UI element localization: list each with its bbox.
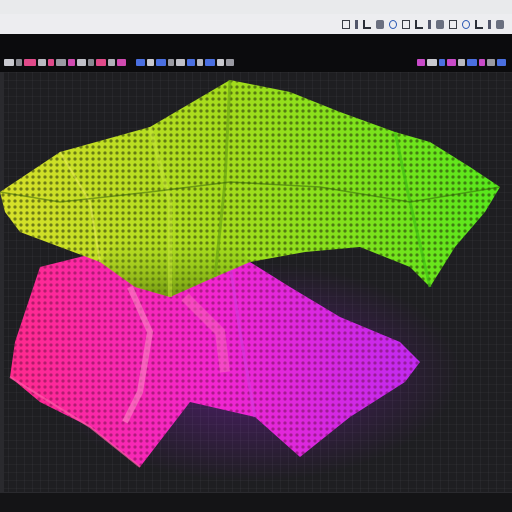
tool-group-left[interactable] <box>0 58 126 66</box>
corner-icon[interactable] <box>363 19 371 29</box>
tool-group-right[interactable] <box>417 58 512 66</box>
tool-row <box>0 56 512 68</box>
bar-icon[interactable] <box>428 19 431 29</box>
circle-icon[interactable] <box>389 19 397 29</box>
frame-icon[interactable] <box>449 19 457 29</box>
frame-icon[interactable] <box>342 19 350 29</box>
block-icon[interactable] <box>436 19 444 29</box>
block-icon[interactable] <box>496 19 504 29</box>
viewport-left-edge <box>0 72 4 492</box>
top-toolbar-icons <box>342 19 512 29</box>
block-icon[interactable] <box>376 19 384 29</box>
circle-icon[interactable] <box>462 19 470 29</box>
corner-icon[interactable] <box>475 19 483 29</box>
menu-bar <box>0 14 512 35</box>
status-bar <box>0 492 512 512</box>
corner-icon[interactable] <box>415 19 423 29</box>
tool-group-mid[interactable] <box>126 58 234 66</box>
main-toolbar <box>0 34 512 73</box>
title-bar <box>0 0 512 15</box>
3d-viewport[interactable] <box>0 72 512 492</box>
menu-list <box>0 14 6 34</box>
viewport-canvas[interactable] <box>0 72 512 492</box>
bar-icon[interactable] <box>355 19 358 29</box>
app-window <box>0 0 512 512</box>
frame-icon[interactable] <box>402 19 410 29</box>
bar-icon[interactable] <box>488 19 491 29</box>
